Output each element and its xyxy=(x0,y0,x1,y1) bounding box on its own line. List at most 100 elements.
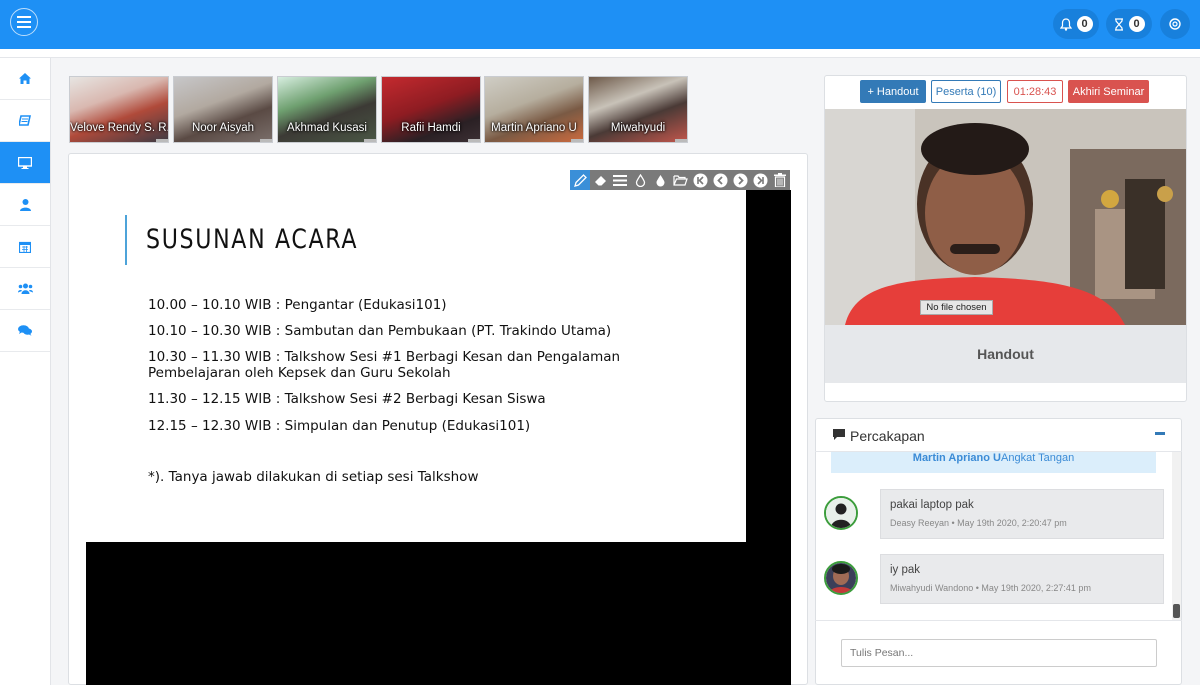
message-meta: Deasy Reeyan • May 19th 2020, 2:20:47 pm xyxy=(890,518,1067,528)
monitor-icon xyxy=(18,156,32,169)
slide-title: SUSUNAN ACARA xyxy=(146,224,359,255)
folder-open-icon xyxy=(672,175,688,186)
participant-thumb[interactable]: Noor Aisyah xyxy=(173,76,273,143)
next-page-button[interactable] xyxy=(730,170,750,190)
notifications-button[interactable]: 0 xyxy=(1053,9,1099,39)
hamburger-icon xyxy=(17,16,31,28)
sidebar-item-profile[interactable] xyxy=(0,184,50,226)
top-navbar: 0 0 xyxy=(0,0,1200,49)
participant-thumb[interactable]: Akhmad Kusasi xyxy=(277,76,377,143)
chat-message: pakai laptop pak Deasy Reeyan • May 19th… xyxy=(880,489,1164,539)
chat-scrollbar-thumb[interactable] xyxy=(1173,604,1180,618)
session-timer: 01:28:43 xyxy=(1007,80,1063,103)
message-text: pakai laptop pak xyxy=(890,499,974,511)
home-icon xyxy=(19,73,31,84)
sidebar-item-groups[interactable] xyxy=(0,268,50,310)
clear-board-button[interactable] xyxy=(770,170,790,190)
sidebar-item-chat[interactable] xyxy=(0,310,50,352)
first-page-button[interactable] xyxy=(690,170,710,190)
color-light-button[interactable] xyxy=(630,170,650,190)
file-input[interactable]: No file chosen xyxy=(920,300,993,315)
avatar xyxy=(824,496,858,530)
chat-title: Percakapan xyxy=(850,428,925,444)
slide-line: Pembelajaran oleh Kepsek dan Guru Sekola… xyxy=(148,365,451,381)
avatar xyxy=(824,561,858,595)
presenter-video-frame xyxy=(825,109,1186,325)
user-icon xyxy=(19,198,31,211)
participant-name: Noor Aisyah xyxy=(191,122,254,134)
sidebar xyxy=(0,58,51,685)
thumb-corner xyxy=(364,139,376,142)
tasks-button[interactable]: 0 xyxy=(1106,9,1152,39)
settings-button[interactable] xyxy=(1160,9,1190,39)
user-silhouette-icon xyxy=(826,498,856,528)
participant-name: Velove Rendy S. R. xyxy=(70,122,169,134)
whiteboard-toolbar xyxy=(570,170,790,190)
users-icon xyxy=(17,283,33,294)
handout-area: Handout xyxy=(825,325,1186,383)
slide-line: 10.10 – 10.30 WIB : Sambutan dan Pembuka… xyxy=(148,323,612,339)
thumb-corner xyxy=(156,139,168,142)
user-photo-icon xyxy=(826,563,856,593)
book-icon xyxy=(19,115,31,126)
pencil-icon xyxy=(573,173,587,187)
notice-name: Martin Apriano U xyxy=(912,452,1001,464)
chat-scrollbar[interactable] xyxy=(1172,452,1181,620)
message-text: iy pak xyxy=(890,564,921,576)
trash-icon xyxy=(774,173,786,187)
slide-accent-bar xyxy=(125,215,127,265)
presenter-video xyxy=(825,109,1186,325)
pencil-tool-button[interactable] xyxy=(570,170,590,190)
sidebar-item-seminar[interactable] xyxy=(0,142,50,184)
participant-thumb[interactable]: Rafii Hamdi xyxy=(381,76,481,143)
comments-icon xyxy=(18,325,32,336)
participant-name: Miwahyudi xyxy=(610,122,666,134)
peserta-button[interactable]: Peserta (10) xyxy=(931,80,1001,103)
chevron-left-icon xyxy=(713,173,727,187)
thumb-corner xyxy=(675,139,687,142)
calendar-icon xyxy=(19,241,31,253)
end-seminar-button[interactable]: Akhiri Seminar xyxy=(1068,80,1149,103)
last-page-button[interactable] xyxy=(750,170,770,190)
handout-button[interactable]: + Handout xyxy=(860,80,926,103)
slide-line: 10.30 – 11.30 WIB : Talkshow Sesi #1 Ber… xyxy=(148,349,621,365)
sidebar-item-home[interactable] xyxy=(0,58,50,100)
sidebar-item-calendar[interactable] xyxy=(0,226,50,268)
chat-message-input[interactable] xyxy=(841,639,1157,667)
notifications-badge: 0 xyxy=(1076,16,1093,32)
chevron-right-icon xyxy=(733,173,747,187)
last-page-icon xyxy=(753,173,767,187)
chat-message: iy pak Miwahyudi Wandono • May 19th 2020… xyxy=(880,554,1164,604)
toolbar-strip xyxy=(0,49,1200,58)
participant-name: Martin Apriano U xyxy=(491,122,577,134)
thumb-corner xyxy=(571,139,583,142)
hourglass-icon xyxy=(1114,17,1123,31)
previous-page-button[interactable] xyxy=(710,170,730,190)
message-meta: Miwahyudi Wandono • May 19th 2020, 2:27:… xyxy=(890,583,1091,593)
tasks-badge: 0 xyxy=(1128,16,1145,32)
open-file-button[interactable] xyxy=(670,170,690,190)
eraser-icon xyxy=(594,176,606,186)
participant-thumb[interactable]: Miwahyudi xyxy=(588,76,688,143)
chat-footer-divider xyxy=(815,620,1182,621)
collapse-chat-icon[interactable] xyxy=(1155,432,1165,436)
lines-icon xyxy=(613,174,627,186)
line-width-button[interactable] xyxy=(610,170,630,190)
first-page-icon xyxy=(693,173,707,187)
slide-line: 12.15 – 12.30 WIB : Simpulan dan Penutup… xyxy=(148,418,531,434)
sidebar-item-courses[interactable] xyxy=(0,100,50,142)
menu-toggle-button[interactable] xyxy=(10,8,38,36)
participant-thumb[interactable]: Velove Rendy S. R. xyxy=(69,76,169,143)
participant-name: Rafii Hamdi xyxy=(401,122,461,134)
thumb-corner xyxy=(260,139,272,142)
color-dark-button[interactable] xyxy=(650,170,670,190)
slide-line: *). Tanya jawab dilakukan di setiap sesi… xyxy=(148,469,479,485)
participant-thumb[interactable]: Martin Apriano U xyxy=(484,76,584,143)
eraser-tool-button[interactable] xyxy=(590,170,610,190)
comment-icon xyxy=(833,429,845,440)
participant-name: Akhmad Kusasi xyxy=(287,122,367,134)
slide-line: 10.00 – 10.10 WIB : Pengantar (Edukasi10… xyxy=(148,297,447,313)
thumb-corner xyxy=(468,139,480,142)
notice-text: Angkat Tangan xyxy=(1001,452,1075,464)
droplet-outline-icon xyxy=(635,173,645,187)
